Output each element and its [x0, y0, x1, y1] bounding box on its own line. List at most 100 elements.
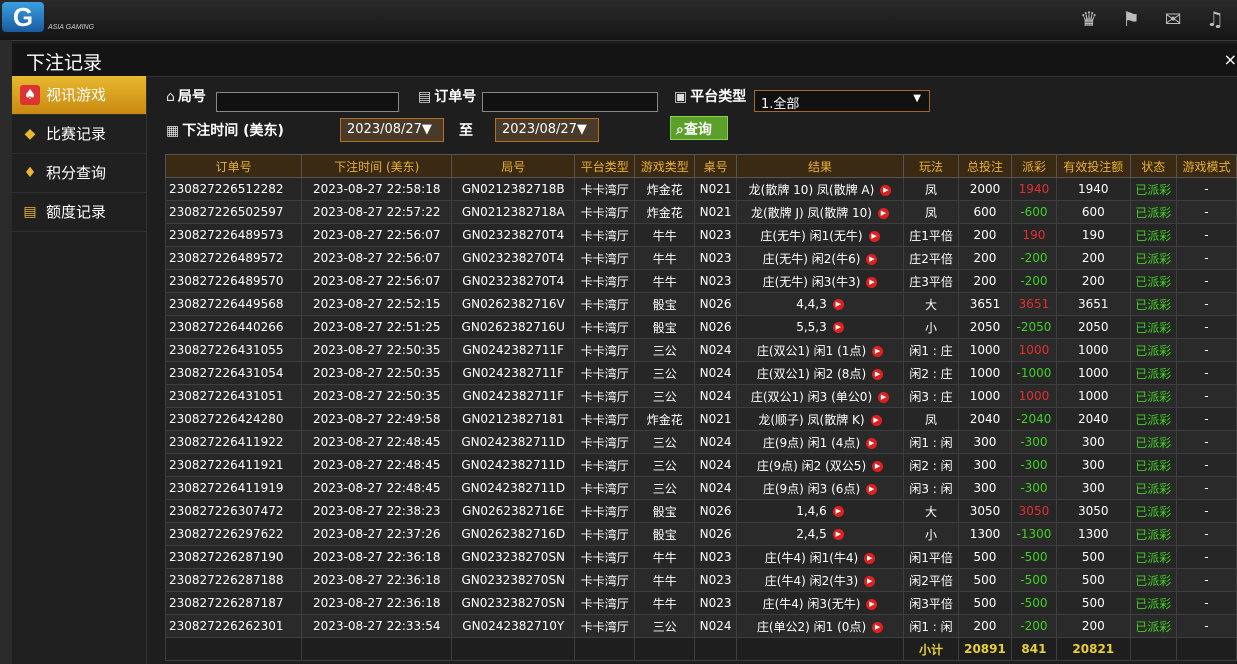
play-replay-icon[interactable]: ▶	[872, 368, 884, 380]
play-replay-icon[interactable]: ▶	[877, 207, 889, 219]
table-cell: 230827226411921	[164, 453, 303, 477]
table-cell: N024	[694, 384, 737, 408]
table-row[interactable]: 230827226489573 2023-08-27 22:56:07 GN0232…	[164, 223, 1237, 247]
sidebar-item-0[interactable]: ♠ 视讯游戏	[12, 76, 146, 115]
cards-icon: ♠	[20, 85, 40, 105]
flag-icon[interactable]: ⚑	[1117, 6, 1145, 32]
table-cell: 1000	[1010, 338, 1058, 362]
column-header[interactable]: 玩法	[903, 154, 960, 178]
diamond-tag-icon: ◆	[24, 126, 36, 142]
table-row[interactable]: 230827226287187 2023-08-27 22:36:18 GN0232…	[164, 591, 1237, 615]
table-cell: 1000	[958, 384, 1012, 408]
table-cell: 龙(散牌 J) 凤(散牌 10) ▶	[735, 200, 905, 224]
table-row[interactable]: 230827226297622 2023-08-27 22:37:26 GN0262…	[164, 522, 1237, 546]
table-cell: -300	[1010, 430, 1058, 454]
table-cell: -	[1175, 246, 1237, 270]
column-header[interactable]: 结果	[735, 154, 905, 178]
play-replay-icon[interactable]: ▶	[866, 598, 878, 610]
table-cell: 卡卡湾厅	[574, 338, 636, 362]
brand-logo[interactable]: G	[2, 2, 44, 32]
column-header[interactable]: 桌号	[694, 154, 737, 178]
table-cell: -	[1175, 591, 1237, 615]
table-cell: 500	[1056, 591, 1131, 615]
platform-select[interactable]: 1.全部 ▼	[754, 90, 930, 112]
table-cell: GN023238270SN	[451, 545, 576, 569]
table-row[interactable]: 230827226307472 2023-08-27 22:38:23 GN0262…	[164, 499, 1237, 523]
table-cell: 凤	[903, 177, 960, 201]
play-replay-icon[interactable]: ▶	[866, 483, 878, 495]
table-row[interactable]: 230827226424280 2023-08-27 22:49:58 GN0212…	[164, 407, 1237, 431]
play-replay-icon[interactable]: ▶	[866, 276, 878, 288]
table-cell: 300	[958, 430, 1012, 454]
order-input[interactable]	[482, 92, 658, 112]
query-button[interactable]: ⌕查询	[670, 116, 728, 140]
table-row[interactable]: 230827226431055 2023-08-27 22:50:35 GN0242…	[164, 338, 1237, 362]
table-row[interactable]: 230827226287188 2023-08-27 22:36:18 GN0232…	[164, 568, 1237, 592]
table-cell: 庄(9点) 闲2 (双公5) ▶	[735, 453, 905, 477]
table-row[interactable]: 230827226489572 2023-08-27 22:56:07 GN0232…	[164, 246, 1237, 270]
table-row[interactable]: 230827226489570 2023-08-27 22:56:07 GN0232…	[164, 269, 1237, 293]
play-replay-icon[interactable]: ▶	[832, 299, 844, 310]
table-cell: -	[1175, 200, 1237, 224]
play-replay-icon[interactable]: ▶	[880, 184, 892, 196]
round-input[interactable]	[216, 92, 399, 112]
column-header[interactable]: 派彩	[1010, 154, 1058, 178]
play-replay-icon[interactable]: ▶	[866, 253, 878, 265]
column-header[interactable]: 状态	[1129, 154, 1177, 178]
play-replay-icon[interactable]: ▶	[864, 575, 876, 587]
table-cell: -	[1175, 407, 1237, 431]
table-cell: 已派彩	[1129, 407, 1177, 431]
chat-icon[interactable]: ✉	[1159, 6, 1187, 32]
date-to-picker[interactable]: 2023/08/27▼	[495, 118, 599, 142]
column-header[interactable]: 游戏模式	[1175, 154, 1237, 178]
table-row[interactable]: 230827226440266 2023-08-27 22:51:25 GN0262…	[164, 315, 1237, 339]
table-row[interactable]: 230827226411919 2023-08-27 22:48:45 GN0242…	[164, 476, 1237, 500]
table-row[interactable]: 230827226411921 2023-08-27 22:48:45 GN0242…	[164, 453, 1237, 477]
sidebar: ♠ 视讯游戏 ◆ 比赛记录 ♦ 积分查询 ▤ 额度记录	[12, 76, 147, 664]
table-row[interactable]: 230827226431054 2023-08-27 22:50:35 GN0242…	[164, 361, 1237, 385]
sidebar-item-3[interactable]: ▤ 额度记录	[12, 193, 146, 232]
table-row[interactable]: 230827226449568 2023-08-27 22:52:15 GN0262…	[164, 292, 1237, 316]
music-icon[interactable]: ♫	[1201, 6, 1229, 32]
subtotal-row: 小计 20891 841 20821	[164, 637, 1237, 661]
table-cell: 2023-08-27 22:48:45	[301, 453, 453, 477]
table-cell: N026	[694, 499, 737, 523]
column-header[interactable]: 订单号	[164, 154, 303, 178]
play-replay-icon[interactable]: ▶	[868, 230, 880, 242]
column-header[interactable]: 平台类型	[574, 154, 636, 178]
table-cell: 牛牛	[634, 269, 696, 293]
play-replay-icon[interactable]: ▶	[878, 391, 890, 403]
play-replay-icon[interactable]: ▶	[866, 437, 878, 449]
vip-icon[interactable]: ♛	[1075, 6, 1103, 32]
table-row[interactable]: 230827226287190 2023-08-27 22:36:18 GN0232…	[164, 545, 1237, 569]
table-row[interactable]: 230827226411922 2023-08-27 22:48:45 GN0242…	[164, 430, 1237, 454]
close-icon[interactable]: ×	[1224, 50, 1237, 69]
table-row[interactable]: 230827226502597 2023-08-27 22:57:22 GN0212…	[164, 200, 1237, 224]
table-cell: 2023-08-27 22:50:35	[301, 361, 453, 385]
play-replay-icon[interactable]: ▶	[832, 529, 844, 540]
sidebar-item-2[interactable]: ♦ 积分查询	[12, 154, 146, 193]
table-row[interactable]: 230827226431051 2023-08-27 22:50:35 GN0242…	[164, 384, 1237, 408]
column-header[interactable]: 总投注	[958, 154, 1012, 178]
play-replay-icon[interactable]: ▶	[872, 460, 884, 472]
table-cell: 230827226449568	[164, 292, 303, 316]
play-replay-icon[interactable]: ▶	[864, 552, 876, 564]
column-header[interactable]: 局号	[451, 154, 576, 178]
play-replay-icon[interactable]: ▶	[870, 414, 882, 426]
table-cell: N024	[694, 430, 737, 454]
sidebar-item-label: 积分查询	[46, 164, 107, 182]
play-replay-icon[interactable]: ▶	[832, 506, 844, 517]
play-replay-icon[interactable]: ▶	[872, 345, 884, 357]
column-header[interactable]: 有效投注额	[1056, 154, 1131, 178]
table-cell: N026	[694, 292, 737, 316]
play-replay-icon[interactable]: ▶	[872, 621, 884, 633]
table-cell: GN023238270T4	[451, 269, 576, 293]
date-from-picker[interactable]: 2023/08/27▼	[340, 118, 444, 142]
table-row[interactable]: 230827226512282 2023-08-27 22:58:18 GN0212…	[164, 177, 1237, 201]
subtotal-cell: 841	[1010, 637, 1058, 661]
play-replay-icon[interactable]: ▶	[832, 322, 844, 333]
column-header[interactable]: 游戏类型	[634, 154, 696, 178]
sidebar-item-1[interactable]: ◆ 比赛记录	[12, 115, 146, 154]
column-header[interactable]: 下注时间 (美东)	[301, 154, 453, 178]
table-row[interactable]: 230827226262301 2023-08-27 22:33:54 GN0242…	[164, 614, 1237, 638]
